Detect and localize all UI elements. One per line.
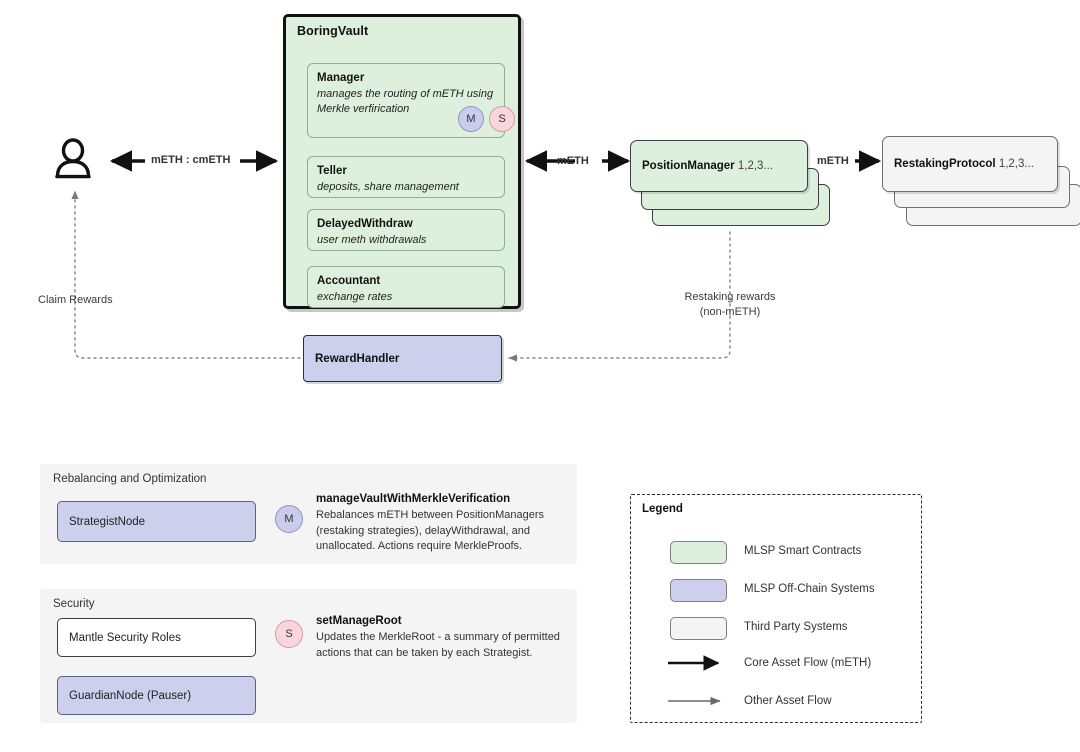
flow-label-vault-position: mETH bbox=[557, 155, 589, 167]
note-claim-rewards: Claim Rewards bbox=[38, 294, 113, 306]
vault-component-manager[interactable]: Manager manages the routing of mETH usin… bbox=[307, 63, 515, 138]
rewardhandler-label: RewardHandler bbox=[315, 352, 400, 365]
component-name: DelayedWithdraw bbox=[317, 218, 413, 230]
vault-component-delayedwithdraw[interactable]: DelayedWithdraw user meth withdrawals bbox=[307, 209, 505, 251]
note-line-1: Restaking rewards bbox=[684, 291, 776, 303]
badge-m-icon[interactable]: M bbox=[458, 106, 484, 132]
legend-swatch-third-party bbox=[670, 617, 727, 640]
component-name: Accountant bbox=[317, 275, 381, 287]
legend-label-third-party: Third Party Systems bbox=[744, 621, 848, 633]
legend-label-smart-contracts: MLSP Smart Contracts bbox=[744, 545, 862, 557]
action-managevault: manageVaultWithMerkleVerification Rebala… bbox=[316, 492, 568, 555]
component-desc: deposits, share management bbox=[317, 181, 459, 193]
flow-label-user-vault: mETH : cmETH bbox=[151, 154, 231, 166]
badge-m-icon[interactable]: M bbox=[275, 505, 303, 533]
vault-component-accountant[interactable]: Accountant exchange rates bbox=[307, 266, 505, 308]
component-name: Manager bbox=[317, 72, 365, 84]
legend-label-core-flow: Core Asset Flow (mETH) bbox=[744, 657, 872, 669]
legend-label-offchain: MLSP Off-Chain Systems bbox=[744, 583, 875, 595]
restakingprotocol-label: RestakingProtocol 1,2,3... bbox=[894, 158, 1034, 170]
vault-component-teller[interactable]: Teller deposits, share management bbox=[307, 156, 505, 198]
node-strategistnode[interactable]: StrategistNode bbox=[57, 501, 256, 542]
note-restaking-rewards: Restaking rewards (non-mETH) bbox=[663, 290, 797, 320]
flow-label-position-restaking: mETH bbox=[817, 155, 849, 167]
component-desc: user meth withdrawals bbox=[317, 234, 427, 246]
boringvault-container: BoringVault Manager manages the routing … bbox=[283, 14, 521, 309]
component-name: Teller bbox=[317, 165, 347, 177]
legend-title: Legend bbox=[642, 503, 683, 515]
positionmanager-label: PositionManager 1,2,3... bbox=[642, 160, 774, 172]
action-title: setManageRoot bbox=[316, 615, 402, 627]
restakingprotocol-card[interactable]: RestakingProtocol 1,2,3... bbox=[882, 136, 1058, 192]
legend-box: Legend MLSP Smart Contracts MLSP Off-Cha… bbox=[630, 494, 922, 723]
node-mantle-security-roles[interactable]: Mantle Security Roles bbox=[57, 618, 256, 657]
note-line-2: (non-mETH) bbox=[699, 306, 761, 318]
rewardhandler-box[interactable]: RewardHandler bbox=[303, 335, 502, 382]
component-desc: exchange rates bbox=[317, 291, 393, 303]
panel-title: Rebalancing and Optimization bbox=[53, 473, 207, 485]
boringvault-title: BoringVault bbox=[297, 24, 369, 38]
action-desc: Rebalances mETH between PositionManagers… bbox=[316, 509, 545, 552]
action-title: manageVaultWithMerkleVerification bbox=[316, 493, 511, 505]
action-desc: Updates the MerkleRoot - a summary of pe… bbox=[316, 631, 560, 659]
user-icon bbox=[55, 138, 91, 179]
legend-swatch-offchain bbox=[670, 579, 727, 602]
connector-claim-rewards bbox=[71, 189, 301, 359]
badge-s-icon[interactable]: S bbox=[275, 620, 303, 648]
node-guardiannode[interactable]: GuardianNode (Pauser) bbox=[57, 676, 256, 715]
action-setmanageroot: setManageRoot Updates the MerkleRoot - a… bbox=[316, 614, 568, 661]
positionmanager-card[interactable]: PositionManager 1,2,3... bbox=[630, 140, 808, 192]
badge-s-icon[interactable]: S bbox=[489, 106, 515, 132]
legend-label-other-flow: Other Asset Flow bbox=[744, 695, 832, 707]
legend-swatch-smart-contracts bbox=[670, 541, 727, 564]
panel-title: Security bbox=[53, 598, 95, 610]
